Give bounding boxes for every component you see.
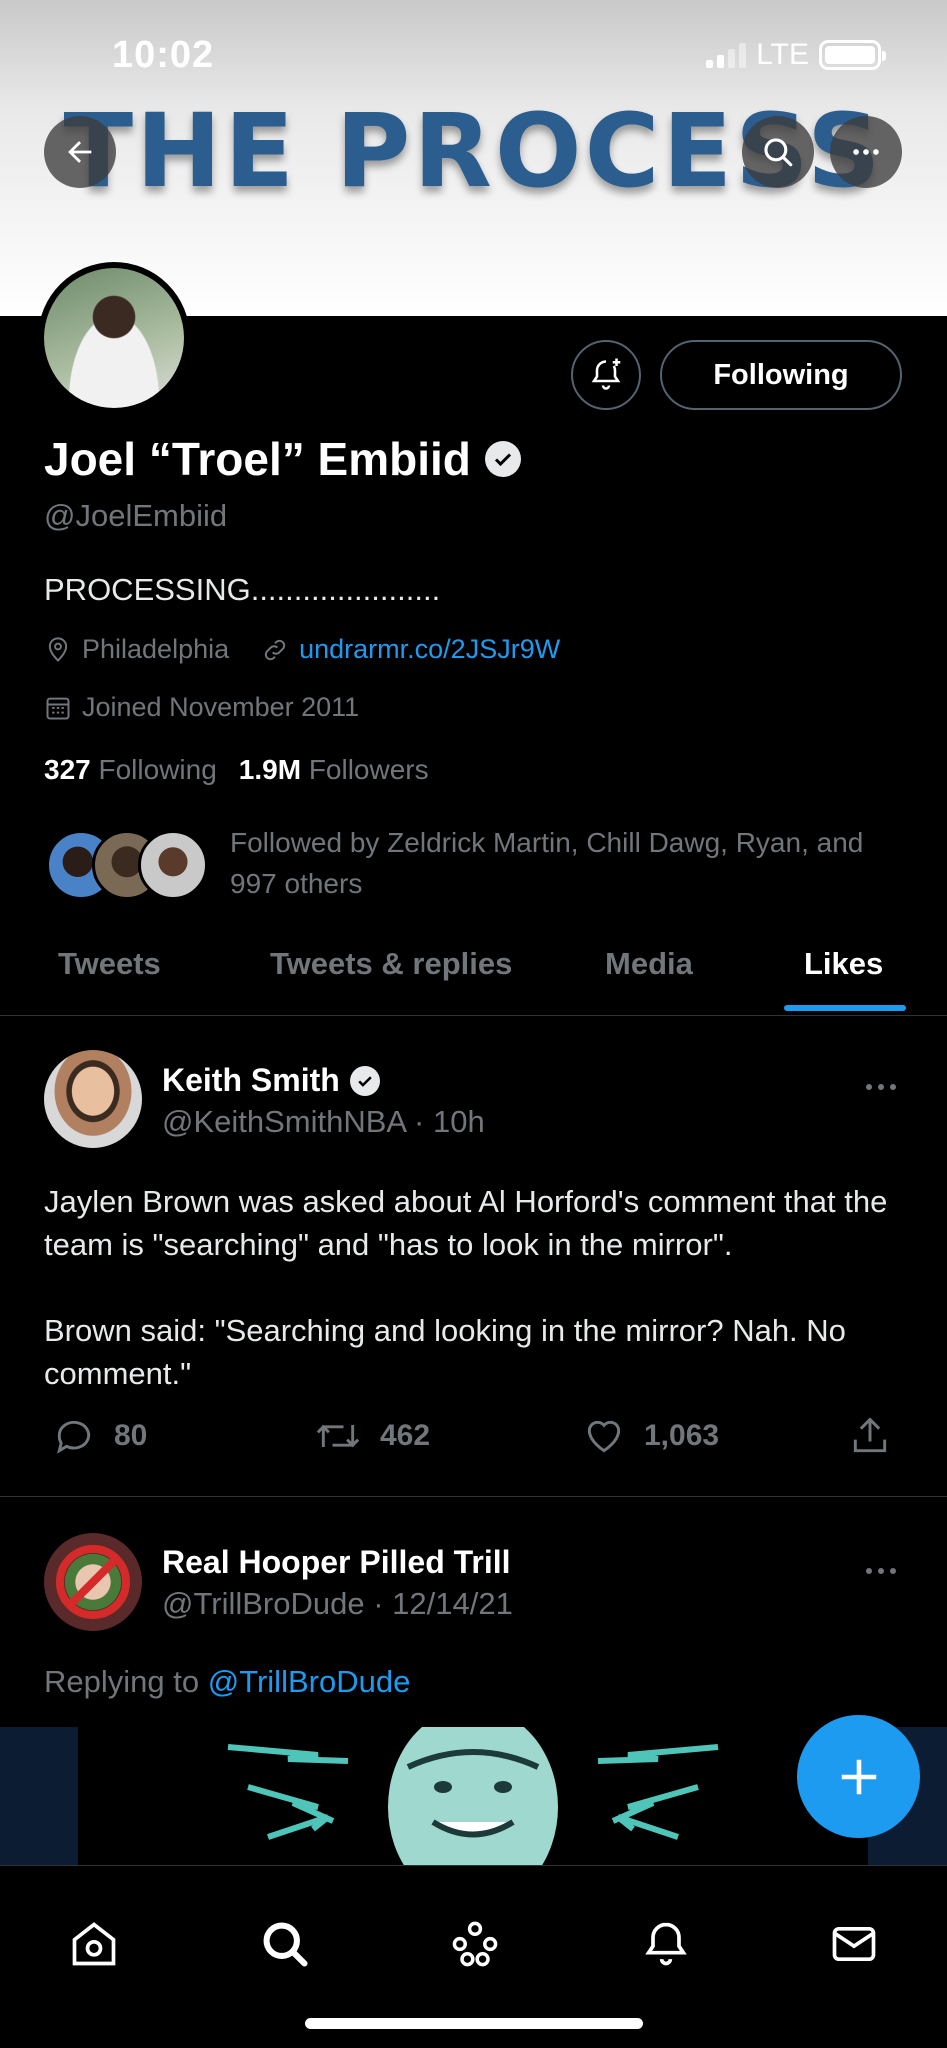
nav-notifications[interactable]	[638, 1916, 694, 1972]
tweet-author-avatar[interactable]	[44, 1533, 142, 1631]
heart-icon	[587, 1420, 621, 1453]
network-label: LTE	[756, 38, 809, 71]
signal-icon	[706, 42, 747, 68]
location: Philadelphia	[44, 634, 229, 665]
reply-button[interactable]: 80	[52, 1414, 147, 1458]
author-name-text: Keith Smith	[162, 1062, 340, 1098]
more-horizontal-icon	[866, 1084, 896, 1090]
tweet-more-button[interactable]	[864, 1552, 898, 1586]
reply-icon	[57, 1420, 91, 1454]
tweet-text-paragraph: Jaylen Brown was asked about Al Horford'…	[44, 1184, 888, 1262]
status-time: 10:02	[112, 34, 215, 76]
tweet-text-paragraph: Brown said: "Searching and looking in th…	[44, 1313, 846, 1391]
following-button[interactable]: Following	[660, 340, 902, 410]
tab-tweets[interactable]: Tweets	[58, 946, 161, 982]
mail-icon	[832, 1926, 876, 1962]
tweet-author-name[interactable]: Keith Smith	[162, 1062, 380, 1099]
replying-to-label: Replying to	[44, 1664, 200, 1699]
bell-plus-icon	[591, 358, 621, 390]
like-button[interactable]: 1,063	[582, 1414, 719, 1458]
notifications-toggle-button[interactable]	[571, 340, 641, 410]
followers-label: Followers	[308, 754, 429, 785]
tweet-author-handle[interactable]: @TrillBroDude	[162, 1586, 365, 1621]
followed-by-text[interactable]: Followed by Zeldrick Martin, Chill Dawg,…	[230, 822, 910, 904]
retweet-icon	[316, 1424, 360, 1448]
tweet-meta: @KeithSmithNBA · 10h	[162, 1104, 485, 1139]
website-link[interactable]: undrarmr.co/2JSJr9W	[299, 634, 560, 665]
followed-by-line-1: Followed by Zeldrick Martin, Chill Dawg,…	[230, 827, 864, 858]
location-text: Philadelphia	[82, 634, 230, 664]
tweet-time[interactable]: 10h	[433, 1104, 485, 1139]
share-button[interactable]	[848, 1414, 892, 1463]
profile-name: Joel “Troel” Embiid	[44, 432, 521, 486]
tweet-author-name[interactable]: Real Hooper Pilled Trill	[162, 1544, 511, 1581]
tweet-divider	[0, 1496, 947, 1497]
followers-count: 1.9M	[238, 754, 302, 785]
replying-to-link[interactable]: @TrillBroDude	[208, 1664, 411, 1699]
arrow-left-icon	[68, 141, 92, 163]
more-horizontal-icon	[866, 1568, 896, 1574]
bell-icon	[645, 1922, 687, 1966]
following-count-link[interactable]: 327 Following	[44, 754, 217, 786]
display-name-text: Joel “Troel” Embiid	[44, 433, 471, 485]
compose-tweet-button[interactable]	[797, 1715, 920, 1838]
following-label: Following	[98, 754, 217, 785]
join-date-text: Joined November 2011	[82, 692, 360, 722]
location-pin-icon	[48, 636, 68, 662]
verified-icon	[349, 1065, 380, 1096]
nav-search[interactable]	[257, 1916, 313, 1972]
nav-messages[interactable]	[826, 1916, 882, 1972]
followers-count-link[interactable]: 1.9M Followers	[239, 754, 429, 786]
more-options-button[interactable]	[830, 116, 902, 188]
retweet-count: 462	[380, 1419, 431, 1452]
retweet-button[interactable]: 462	[314, 1414, 430, 1458]
tweet-meta: @TrillBroDude · 12/14/21	[162, 1586, 513, 1621]
media-illustration	[227, 1727, 719, 1865]
follow-counts: 327 Following 1.9M Followers	[44, 754, 429, 786]
plus-icon	[841, 1759, 876, 1794]
profile-handle: @JoelEmbiid	[44, 498, 228, 533]
nav-home[interactable]	[66, 1916, 122, 1972]
verified-icon	[484, 441, 521, 477]
avatar	[138, 830, 208, 900]
prohibited-icon	[56, 1545, 130, 1619]
tweet-author-avatar[interactable]	[44, 1050, 142, 1148]
profile-bio: PROCESSING......................	[44, 572, 441, 607]
status-indicators: LTE	[706, 38, 886, 72]
more-horizontal-icon	[853, 149, 879, 155]
nav-spaces[interactable]	[447, 1916, 503, 1972]
tab-tweets-replies[interactable]: Tweets & replies	[270, 946, 512, 982]
reply-count: 80	[114, 1419, 148, 1452]
tweet-body: Jaylen Brown was asked about Al Horford'…	[44, 1180, 914, 1395]
search-button[interactable]	[742, 116, 814, 188]
website[interactable]: undrarmr.co/2JSJr9W	[261, 634, 560, 665]
search-icon	[263, 1922, 308, 1967]
following-count: 327	[44, 754, 91, 785]
profile-tabs: Tweets Tweets & replies Media Likes	[0, 910, 947, 1016]
profile-meta-row: Philadelphia undrarmr.co/2JSJr9W	[44, 634, 560, 665]
calendar-icon	[46, 697, 70, 719]
author-name-text: Real Hooper Pilled Trill	[162, 1544, 511, 1580]
tab-likes[interactable]: Likes	[804, 946, 883, 982]
tab-media[interactable]: Media	[605, 946, 693, 982]
home-indicator[interactable]	[305, 2018, 643, 2029]
profile-avatar[interactable]	[38, 262, 190, 414]
tweet-more-button[interactable]	[864, 1068, 898, 1102]
home-icon	[72, 1922, 116, 1966]
link-icon	[264, 639, 286, 660]
replying-to: Replying to @TrillBroDude	[44, 1664, 410, 1700]
back-button[interactable]	[44, 116, 116, 188]
tweet-time[interactable]: 12/14/21	[392, 1586, 513, 1621]
join-date: Joined November 2011	[44, 692, 359, 723]
tweet-author-handle[interactable]: @KeithSmithNBA	[162, 1104, 405, 1139]
active-tab-indicator	[784, 1005, 906, 1011]
share-icon	[853, 1417, 887, 1453]
battery-icon	[819, 40, 886, 70]
spaces-icon	[452, 1921, 498, 1967]
search-icon	[764, 138, 793, 167]
like-count: 1,063	[644, 1419, 720, 1452]
followed-by-avatars[interactable]	[46, 830, 210, 902]
followed-by-line-2: 997 others	[230, 868, 363, 899]
